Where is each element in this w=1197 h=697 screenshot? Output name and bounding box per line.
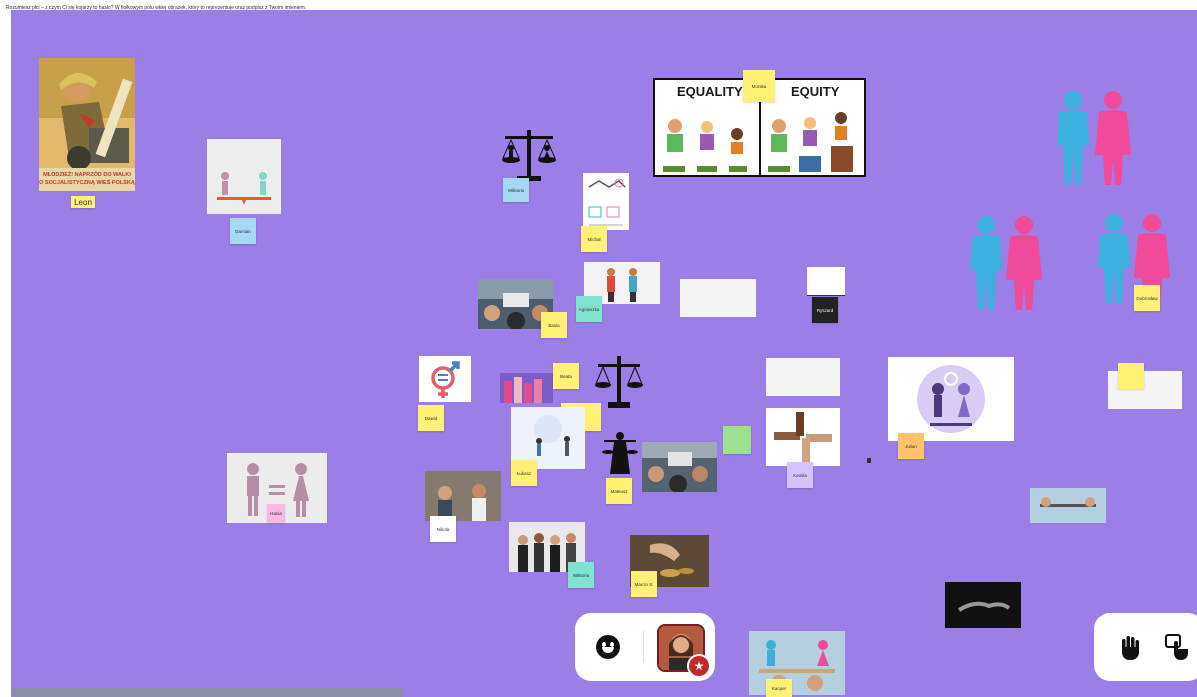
equality-title: EQUALITY [677,84,743,99]
hand-icon[interactable] [1116,633,1144,661]
svg-text:MŁODZIEŻ! NAPRZÓD DO WALKI: MŁODZIEŻ! NAPRZÓD DO WALKI [43,170,131,178]
small-marker [867,458,871,463]
blank-image-card[interactable] [680,279,756,317]
toolbar-divider [643,631,644,663]
scales-gender-icon[interactable] [499,126,559,184]
sticky-note-mateusz[interactable]: Mateusz [606,478,632,504]
sticky-note-michal[interactable]: Michał [581,226,607,252]
handshake-drawing-image[interactable] [583,173,629,230]
sticky-note-marcin[interactable]: Marcin S. [631,571,657,597]
interaction-toolbar [1094,613,1197,681]
sticky-note-agnieszka[interactable]: Agnieszka [576,296,602,322]
sticky-note-dawid[interactable]: Dawid [418,405,444,431]
sticky-note-kacper[interactable]: Kacper [766,679,792,697]
whiteboard-canvas[interactable]: MŁODZIEŻ! NAPRZÓD DO WALKI O SOCJALISTYC… [11,10,1197,697]
touch-icon[interactable] [1164,633,1192,661]
horizontal-scrollbar[interactable] [11,688,404,697]
raised-fists-image[interactable] [500,373,553,403]
dark-hands-photo[interactable] [945,582,1021,628]
sticky-note-kamila[interactable]: Kamila [787,462,813,488]
balance-hands-photo[interactable] [1030,488,1106,523]
sticky-note-monika[interactable]: Monika [743,70,775,102]
grey-image-card[interactable] [766,358,840,396]
sticky-note-dobroslaw[interactable]: Dobrosław [1134,285,1160,311]
sticky-note-green[interactable] [723,426,751,454]
gender-equality-circle-image[interactable] [888,357,1014,441]
sticky-note-dark[interactable]: Ryszard [812,297,838,323]
star-icon: ★ [687,654,711,678]
white-card-image[interactable] [807,267,845,296]
seesaw-image[interactable] [207,139,281,214]
sticky-note-hania[interactable]: Hania [267,504,285,522]
sticky-note-lukasz[interactable]: Łukasz [511,460,537,486]
sticky-note-wiktoria-2[interactable]: Wiktoria [568,562,594,588]
male-female-icon-large[interactable] [1051,90,1141,190]
poster-image[interactable]: MŁODZIEŻ! NAPRZÓD DO WALKI O SOCJALISTYC… [39,58,135,191]
crowd-photo[interactable] [642,442,717,492]
lady-justice-icon[interactable] [600,430,640,478]
equality-seesaw-photo[interactable] [749,631,845,695]
board-header: Rozumiesz płci – z czym Ci się kojarzy t… [0,0,1197,11]
smiley-icon[interactable] [596,635,620,659]
svg-text:O SOCJALISTYCZNĄ WIEŚ POLSKĄ: O SOCJALISTYCZNĄ WIEŚ POLSKĄ [39,179,135,186]
scales-icon-center[interactable] [594,354,644,412]
sticky-note-leon[interactable]: Leon [71,196,95,208]
sticky-note-beata[interactable]: Beata [553,363,579,389]
reaction-toolbar: ★ [575,613,715,681]
male-female-icon-middle[interactable] [966,215,1046,315]
hands-together-photo[interactable] [766,408,840,466]
sticky-note-nikola[interactable]: Nikola [430,516,456,542]
gender-symbol-image[interactable] [419,356,471,402]
sticky-note-julian[interactable]: Julian [898,433,924,459]
equity-title: EQUITY [791,84,840,99]
sticky-note-damian[interactable]: Damian [230,218,256,244]
sticky-note-wiktoria[interactable]: Wiktoria [503,178,529,202]
sticky-note-right[interactable] [1118,363,1144,389]
office-argument-photo[interactable] [425,471,501,521]
sticky-note-basia[interactable]: Basia [541,312,567,338]
